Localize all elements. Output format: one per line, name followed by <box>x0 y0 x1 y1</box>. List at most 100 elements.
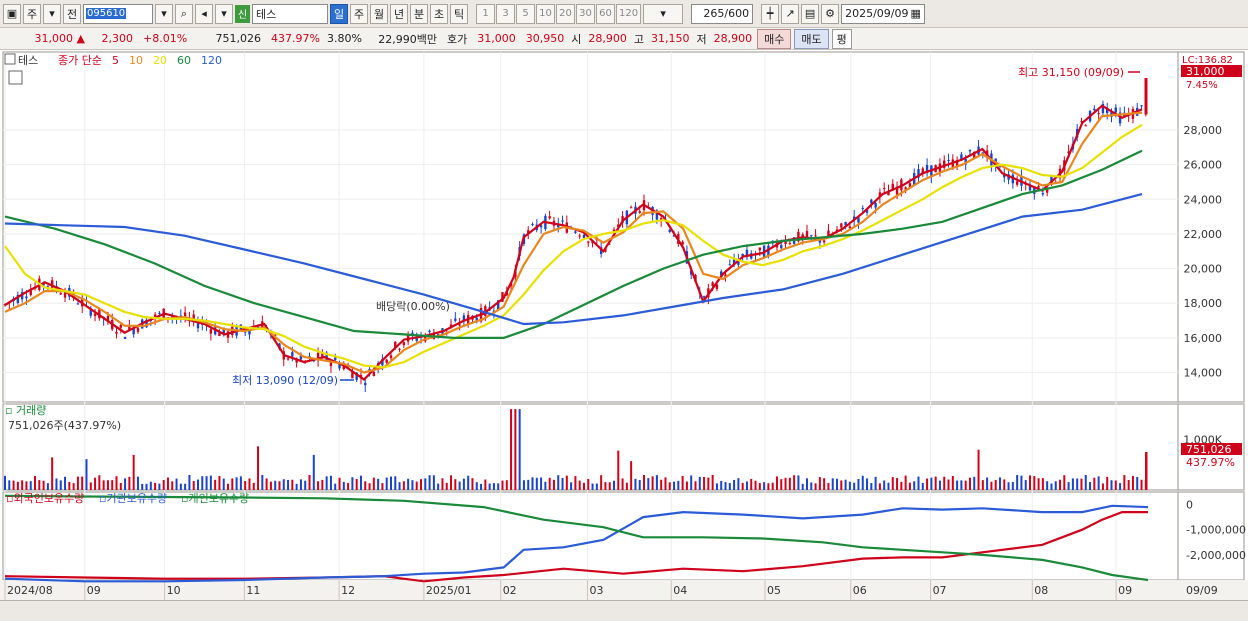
volume-bar <box>698 476 701 490</box>
gear-icon[interactable]: ⚙ <box>821 3 840 24</box>
interval-1[interactable]: 1 <box>476 3 495 24</box>
period-select[interactable]: 주 <box>23 3 41 24</box>
bar-count-field[interactable]: 265/600 <box>691 3 754 24</box>
candle-body <box>925 164 929 173</box>
candle-body <box>38 278 41 290</box>
calendar-icon[interactable]: ▦ <box>911 7 921 20</box>
candle-body <box>612 229 616 232</box>
holdings-tick-label: -2,000,000 <box>1186 549 1246 562</box>
menu-dropdown-icon[interactable]: ▾ <box>215 3 233 24</box>
save-icon[interactable]: ▤ <box>801 3 820 24</box>
volume-bar <box>94 477 97 490</box>
candle-body <box>629 207 633 209</box>
x-tick-label: 10 <box>167 585 181 598</box>
candle-body <box>822 240 826 243</box>
candle-body <box>750 253 753 259</box>
candle-body <box>651 206 654 215</box>
open-label: 시 <box>571 32 582 46</box>
candle-body <box>398 348 401 350</box>
candle-body <box>50 280 54 290</box>
candle-body <box>715 284 719 289</box>
candle-body <box>145 319 148 328</box>
prev-button[interactable]: 전 <box>63 3 81 24</box>
volume-bar <box>908 482 911 490</box>
volume-bar <box>887 482 890 490</box>
eval-button[interactable]: 평 <box>831 28 852 49</box>
interval-10[interactable]: 10 <box>536 3 555 24</box>
candle-body <box>20 292 24 300</box>
volume-bar <box>218 476 221 490</box>
interval-30[interactable]: 30 <box>576 3 595 24</box>
speaker-icon[interactable]: ◂ <box>195 3 213 24</box>
search-icon[interactable]: ⌕ <box>175 3 193 24</box>
candle-body <box>183 312 187 320</box>
timeframe-1[interactable]: 주 <box>350 3 368 24</box>
volume-bar <box>145 483 148 490</box>
volume-bar <box>364 481 367 490</box>
volume-bar <box>857 479 860 490</box>
volume-bar <box>604 482 607 490</box>
code-dropdown-icon[interactable]: ▾ <box>155 3 173 24</box>
candle-body <box>196 323 200 329</box>
interval-20[interactable]: 20 <box>556 3 575 24</box>
volume-bar <box>475 482 478 490</box>
volume-bar <box>1063 475 1066 490</box>
timeframe-0[interactable]: 일 <box>330 3 348 24</box>
stock-code-input[interactable]: 095610 <box>83 3 153 24</box>
timeframe-5[interactable]: 초 <box>430 3 448 24</box>
volume-bar <box>484 479 487 490</box>
last-volume-pct: 437.97% <box>1186 456 1235 469</box>
timeframe-3[interactable]: 년 <box>390 3 408 24</box>
interval-60[interactable]: 60 <box>596 3 615 24</box>
candle-body <box>1075 128 1079 138</box>
candle-body <box>707 288 710 298</box>
stock-name-field[interactable]: 테스 <box>252 3 328 24</box>
volume-bar <box>685 481 688 490</box>
candle-body <box>938 163 942 172</box>
interval-custom-select[interactable]: ▾ <box>643 3 684 24</box>
holdings-panel <box>2 491 1245 581</box>
candle-body <box>239 324 243 330</box>
x-tick-label: 03 <box>589 584 603 597</box>
candle-body <box>1088 110 1092 122</box>
interval-3[interactable]: 3 <box>496 3 515 24</box>
x-tick-label: 04 <box>673 585 687 598</box>
volume-bar <box>46 483 49 490</box>
volume-bar <box>454 479 457 490</box>
candle-body <box>368 368 371 371</box>
window-menu-icon[interactable]: ▣ <box>3 3 21 24</box>
candle-body <box>998 164 1002 167</box>
candle-body <box>218 331 221 336</box>
timeframe-6[interactable]: 틱 <box>450 3 468 24</box>
chart-type-icon[interactable]: ┿ <box>761 3 780 24</box>
volume-bar <box>763 482 766 490</box>
timeframe-4[interactable]: 분 <box>410 3 428 24</box>
volume-bar <box>587 479 590 490</box>
candle-body <box>831 233 834 236</box>
volume-bar <box>741 482 744 490</box>
volume-bar <box>325 476 328 490</box>
stock-name-label: 테스 <box>256 7 277 21</box>
bottom-scrollbar[interactable] <box>0 600 1248 621</box>
candle-body <box>316 352 320 361</box>
prev-label: 전 <box>66 7 78 21</box>
timeframe-2[interactable]: 월 <box>370 3 388 24</box>
draw-tool-icon[interactable]: ↗ <box>781 3 800 24</box>
price-tick-label: 20,000 <box>1184 263 1223 276</box>
candle-body <box>505 290 508 296</box>
chart-canvas[interactable]: 14,000 16,000 18,000 20,000 22,000 24,000 26,0… <box>0 0 1248 621</box>
x-tick-label: 2024/08 <box>7 585 53 598</box>
buy-button[interactable]: 매수 <box>757 28 792 49</box>
candle-body <box>179 315 183 318</box>
interval-120[interactable]: 120 <box>616 3 642 24</box>
low-price: 28,900 <box>713 32 753 45</box>
date-field[interactable]: 2025/09/09 ▦ <box>841 3 926 24</box>
candle-body <box>775 242 779 248</box>
sell-button[interactable]: 매도 <box>794 28 829 49</box>
candle-body <box>767 245 770 257</box>
interval-5[interactable]: 5 <box>516 3 535 24</box>
volume-bar <box>904 475 907 490</box>
candle-body <box>89 308 92 316</box>
bar-total-value: /600 <box>724 7 750 20</box>
period-dropdown-icon[interactable]: ▾ <box>43 3 61 24</box>
